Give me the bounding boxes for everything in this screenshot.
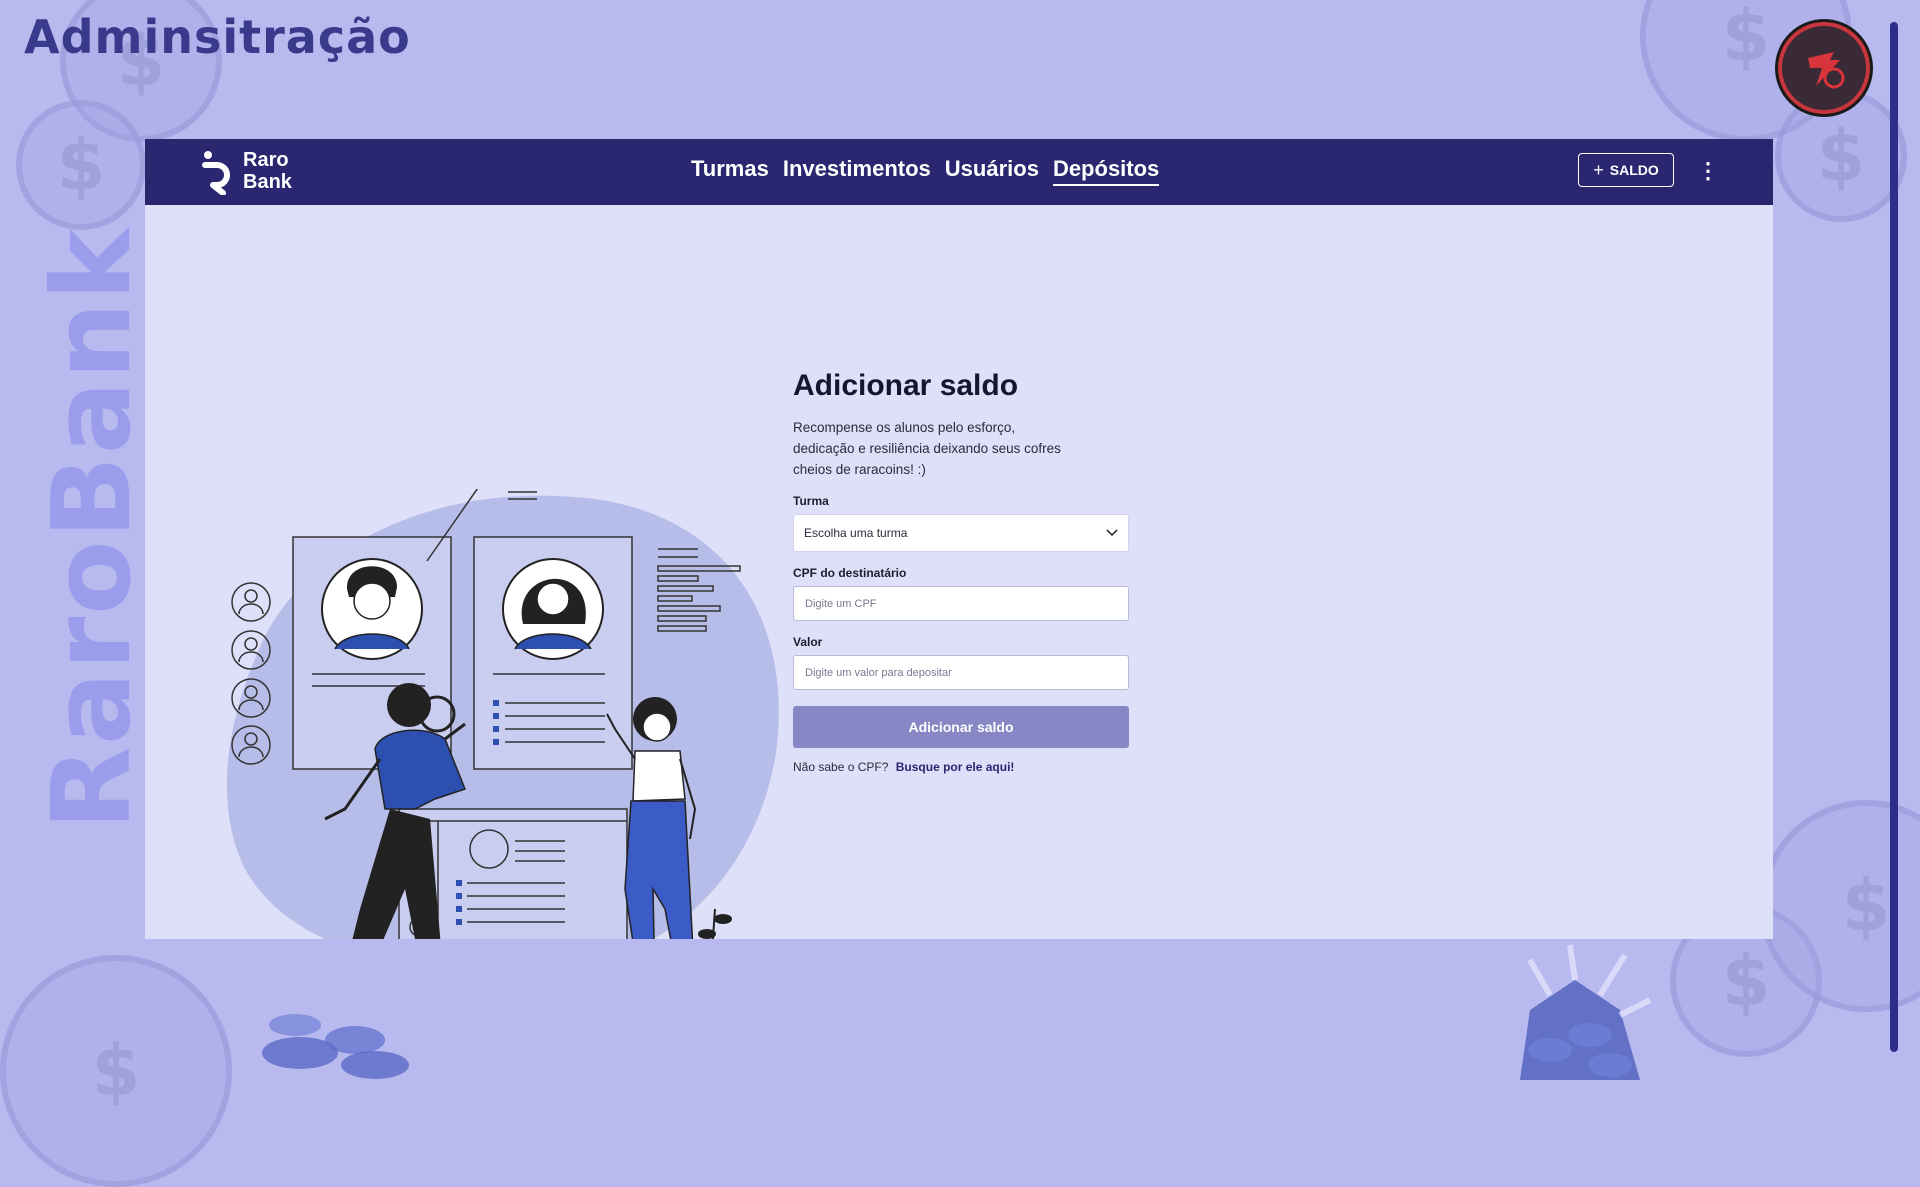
slide-title: Adminsitração — [24, 10, 411, 64]
turma-label: Turma — [793, 494, 829, 508]
valor-label: Valor — [793, 635, 823, 649]
kebab-menu-icon[interactable]: ⋮ — [1697, 157, 1719, 185]
brand-logo[interactable]: Raro Bank — [201, 147, 303, 195]
turma-select-value: Escolha uma turma — [804, 526, 908, 540]
cpf-help-text: Não sabe o CPF? — [793, 760, 889, 774]
cpf-label: CPF do destinatário — [793, 566, 907, 580]
nav-link-usuarios[interactable]: Usuários — [945, 156, 1039, 186]
cpf-input[interactable] — [793, 586, 1129, 621]
search-users-illustration — [226, 489, 779, 939]
nav-link-investimentos[interactable]: Investimentos — [783, 156, 931, 186]
navbar: Raro Bank Turmas Investimentos Usuários … — [145, 139, 1773, 205]
add-saldo-button[interactable]: + SALDO — [1578, 153, 1674, 187]
chevron-down-icon — [1106, 529, 1118, 537]
coin-stack-illustration — [262, 1014, 409, 1079]
turma-select[interactable]: Escolha uma turma — [793, 514, 1129, 552]
app-window: Raro Bank Turmas Investimentos Usuários … — [145, 139, 1773, 939]
search-cpf-link[interactable]: Busque por ele aqui! — [896, 760, 1015, 774]
decorative-bar — [1890, 22, 1898, 1052]
form-description: Recompense os alunos pelo esforço, dedic… — [793, 420, 1061, 477]
submit-add-saldo-button[interactable]: Adicionar saldo — [793, 706, 1129, 748]
saldo-button-label: SALDO — [1609, 162, 1659, 178]
main-nav: Turmas Investimentos Usuários Depósitos — [691, 156, 1160, 186]
plus-icon: + — [1593, 160, 1604, 180]
channel-logo — [1778, 22, 1870, 114]
add-saldo-form: Adicionar saldo Recompense os alunos pel… — [793, 369, 1129, 774]
brand-name: Raro Bank — [243, 149, 292, 193]
nav-link-depositos[interactable]: Depósitos — [1052, 156, 1160, 186]
coin-pile-illustration — [1520, 944, 1652, 1080]
coin-decoration — [16, 100, 146, 230]
coin-decoration — [0, 955, 232, 1187]
cpf-help: Não sabe o CPF? Busque por ele aqui! — [793, 760, 1129, 774]
valor-input[interactable] — [793, 655, 1129, 690]
raro-logo-icon — [202, 151, 230, 195]
form-title: Adicionar saldo — [793, 369, 1019, 402]
vertical-brand-watermark: RaroBank — [30, 226, 155, 830]
nav-link-turmas[interactable]: Turmas — [691, 156, 769, 186]
